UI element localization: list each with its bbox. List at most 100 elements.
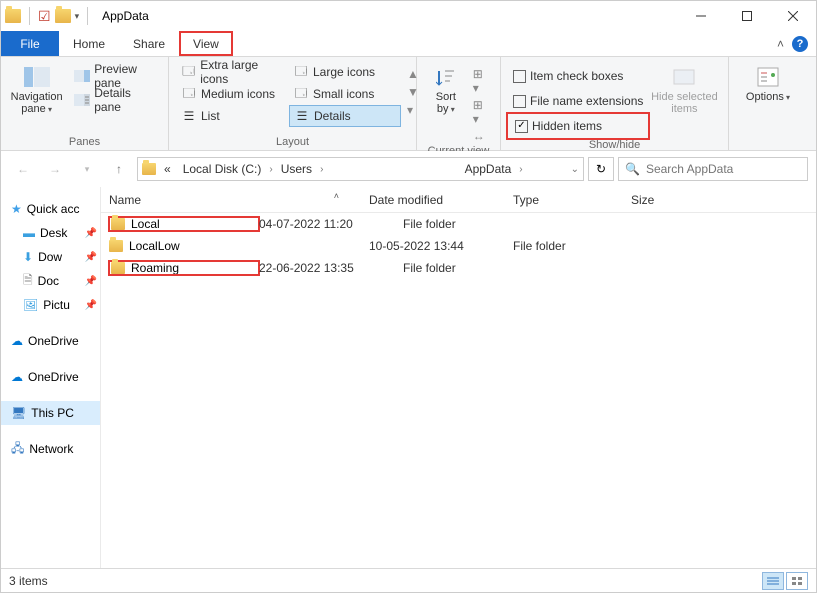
ribbon-group-showhide: Item check boxes File name extensions Hi… [501, 57, 729, 150]
layout-details[interactable]: ☰Details [289, 105, 401, 127]
search-input[interactable] [646, 162, 801, 176]
layout-medium[interactable]: 🗔Medium icons [177, 83, 289, 105]
folder-icon [142, 163, 156, 175]
chevron-right-icon[interactable]: › [269, 164, 272, 175]
view-icons-toggle[interactable] [786, 572, 808, 590]
crumb-appdata[interactable]: AppData [461, 162, 516, 176]
back-button[interactable]: ← [9, 155, 37, 183]
address-dropdown-icon[interactable]: ⌄ [571, 164, 579, 175]
table-row[interactable]: Roaming 22-06-2022 13:35 File folder [101, 257, 816, 279]
sidebar-item-network[interactable]: 🖧Network [1, 437, 100, 461]
tab-share[interactable]: Share [119, 31, 179, 56]
sidebar-item-documents[interactable]: 🗎Doc📌 [1, 269, 100, 293]
layout-xlarge[interactable]: 🗔Extra large icons [177, 61, 289, 83]
window-title: AppData [102, 9, 149, 23]
folder-icon [111, 218, 125, 230]
navigation-pane-button[interactable]: Navigation pane [9, 61, 64, 116]
group-label-panes: Panes [9, 134, 160, 150]
sidebar-item-downloads[interactable]: ⬇Dow📌 [1, 245, 100, 269]
address-bar[interactable]: « Local Disk (C:) › Users › AppData › ⌄ [137, 157, 584, 181]
sidebar-item-desktop[interactable]: ▬Desk📌 [1, 221, 100, 245]
forward-button[interactable]: → [41, 155, 69, 183]
sidebar-item-onedrive[interactable]: ☁OneDrive [1, 365, 100, 389]
titlebar: ☑ ▾ AppData [1, 1, 816, 31]
tab-home[interactable]: Home [59, 31, 119, 56]
table-row[interactable]: Local 04-07-2022 11:20 File folder [101, 213, 816, 235]
column-type[interactable]: Type [513, 193, 631, 207]
table-row[interactable]: LocalLow 10-05-2022 13:44 File folder [101, 235, 816, 257]
ribbon-group-currentview: Sort by ⊞ ▾ ⊞ ▾ ↔ Current view [417, 57, 501, 150]
pictures-icon: 🖼 [23, 298, 38, 312]
search-icon: 🔍 [625, 162, 640, 176]
navigation-sidebar: ★Quick acc ▬Desk📌 ⬇Dow📌 🗎Doc📌 🖼Pictu📌 ☁O… [1, 187, 101, 568]
close-button[interactable] [770, 1, 816, 31]
details-pane-button[interactable]: Details pane [70, 89, 160, 111]
pin-icon: 📌 [85, 228, 100, 239]
breadcrumb-prefix: « [160, 162, 175, 176]
item-checkboxes-toggle[interactable]: Item check boxes [509, 65, 647, 87]
network-icon: 🖧 [11, 439, 24, 460]
chevron-right-icon[interactable]: › [519, 164, 522, 175]
folder-icon [111, 262, 125, 274]
sort-by-button[interactable]: Sort by [425, 61, 467, 116]
status-text: 3 items [9, 574, 48, 588]
size-columns-icon[interactable]: ↔ [473, 129, 492, 143]
refresh-button[interactable]: ↻ [588, 157, 614, 181]
pin-icon: 📌 [85, 276, 100, 287]
up-button[interactable]: ↑ [105, 155, 133, 183]
qat-props-icon[interactable]: ☑ [38, 8, 51, 25]
minimize-button[interactable] [678, 1, 724, 31]
desktop-icon: ▬ [23, 226, 35, 240]
ribbon-group-layout: 🗔Extra large icons 🗔Large icons 🗔Medium … [169, 57, 417, 150]
group-by-icon[interactable]: ⊞ ▾ [473, 67, 492, 95]
ribbon: Navigation pane Preview pane Details pan… [1, 57, 816, 151]
maximize-button[interactable] [724, 1, 770, 31]
layout-list[interactable]: ☰List [177, 105, 289, 127]
qat-customize-icon[interactable]: ▾ [75, 11, 80, 22]
sidebar-item-pictures[interactable]: 🖼Pictu📌 [1, 293, 100, 317]
preview-pane-button[interactable]: Preview pane [70, 65, 160, 87]
navigation-row: ← → ▾ ↑ « Local Disk (C:) › Users › AppD… [1, 151, 816, 187]
add-columns-icon[interactable]: ⊞ ▾ [473, 98, 492, 126]
hidden-items-toggle[interactable]: Hidden items [509, 115, 647, 137]
sort-indicator-icon: ˄ [334, 191, 339, 201]
app-icon [5, 9, 21, 23]
folder-icon [109, 240, 123, 252]
view-details-toggle[interactable] [762, 572, 784, 590]
collapse-ribbon-icon[interactable]: ˄ [777, 37, 784, 51]
options-button[interactable]: Options [737, 61, 799, 104]
pin-icon: 📌 [85, 300, 100, 311]
column-headers: Name˄ Date modified Type Size [101, 187, 816, 213]
file-extensions-toggle[interactable]: File name extensions [509, 90, 647, 112]
help-icon[interactable]: ? [792, 36, 808, 52]
recent-locations-icon[interactable]: ▾ [73, 155, 101, 183]
column-date[interactable]: Date modified [369, 193, 513, 207]
qat-newfolder-icon[interactable] [55, 9, 71, 23]
ribbon-tabs: File Home Share View ˄ ? [1, 31, 816, 57]
onedrive-icon: ☁ [11, 334, 23, 348]
pc-icon: 🖥 [11, 406, 26, 420]
ribbon-group-options: Options [729, 57, 807, 150]
hide-selected-button[interactable]: Hide selected items [653, 61, 715, 115]
documents-icon: 🗎 [23, 271, 33, 292]
tab-view[interactable]: View [179, 31, 233, 56]
downloads-icon: ⬇ [23, 250, 33, 264]
sidebar-item-thispc[interactable]: 🖥This PC [1, 401, 100, 425]
crumb-users[interactable]: Users [277, 162, 316, 176]
sidebar-item-onedrive[interactable]: ☁OneDrive [1, 329, 100, 353]
crumb-disk[interactable]: Local Disk (C:) [179, 162, 266, 176]
group-label-layout: Layout [177, 134, 408, 150]
sidebar-item-quickaccess[interactable]: ★Quick acc [1, 197, 100, 221]
search-box[interactable]: 🔍 [618, 157, 808, 181]
chevron-right-icon[interactable]: › [320, 164, 323, 175]
status-bar: 3 items [1, 568, 816, 592]
star-icon: ★ [11, 202, 22, 216]
layout-small[interactable]: 🗔Small icons [289, 83, 401, 105]
column-size[interactable]: Size [631, 193, 816, 207]
separator [87, 7, 88, 25]
layout-large[interactable]: 🗔Large icons [289, 61, 401, 83]
quick-access-toolbar: ☑ ▾ [1, 7, 92, 25]
tab-file[interactable]: File [1, 31, 59, 56]
column-name[interactable]: Name˄ [109, 193, 369, 207]
pin-icon: 📌 [85, 252, 100, 263]
